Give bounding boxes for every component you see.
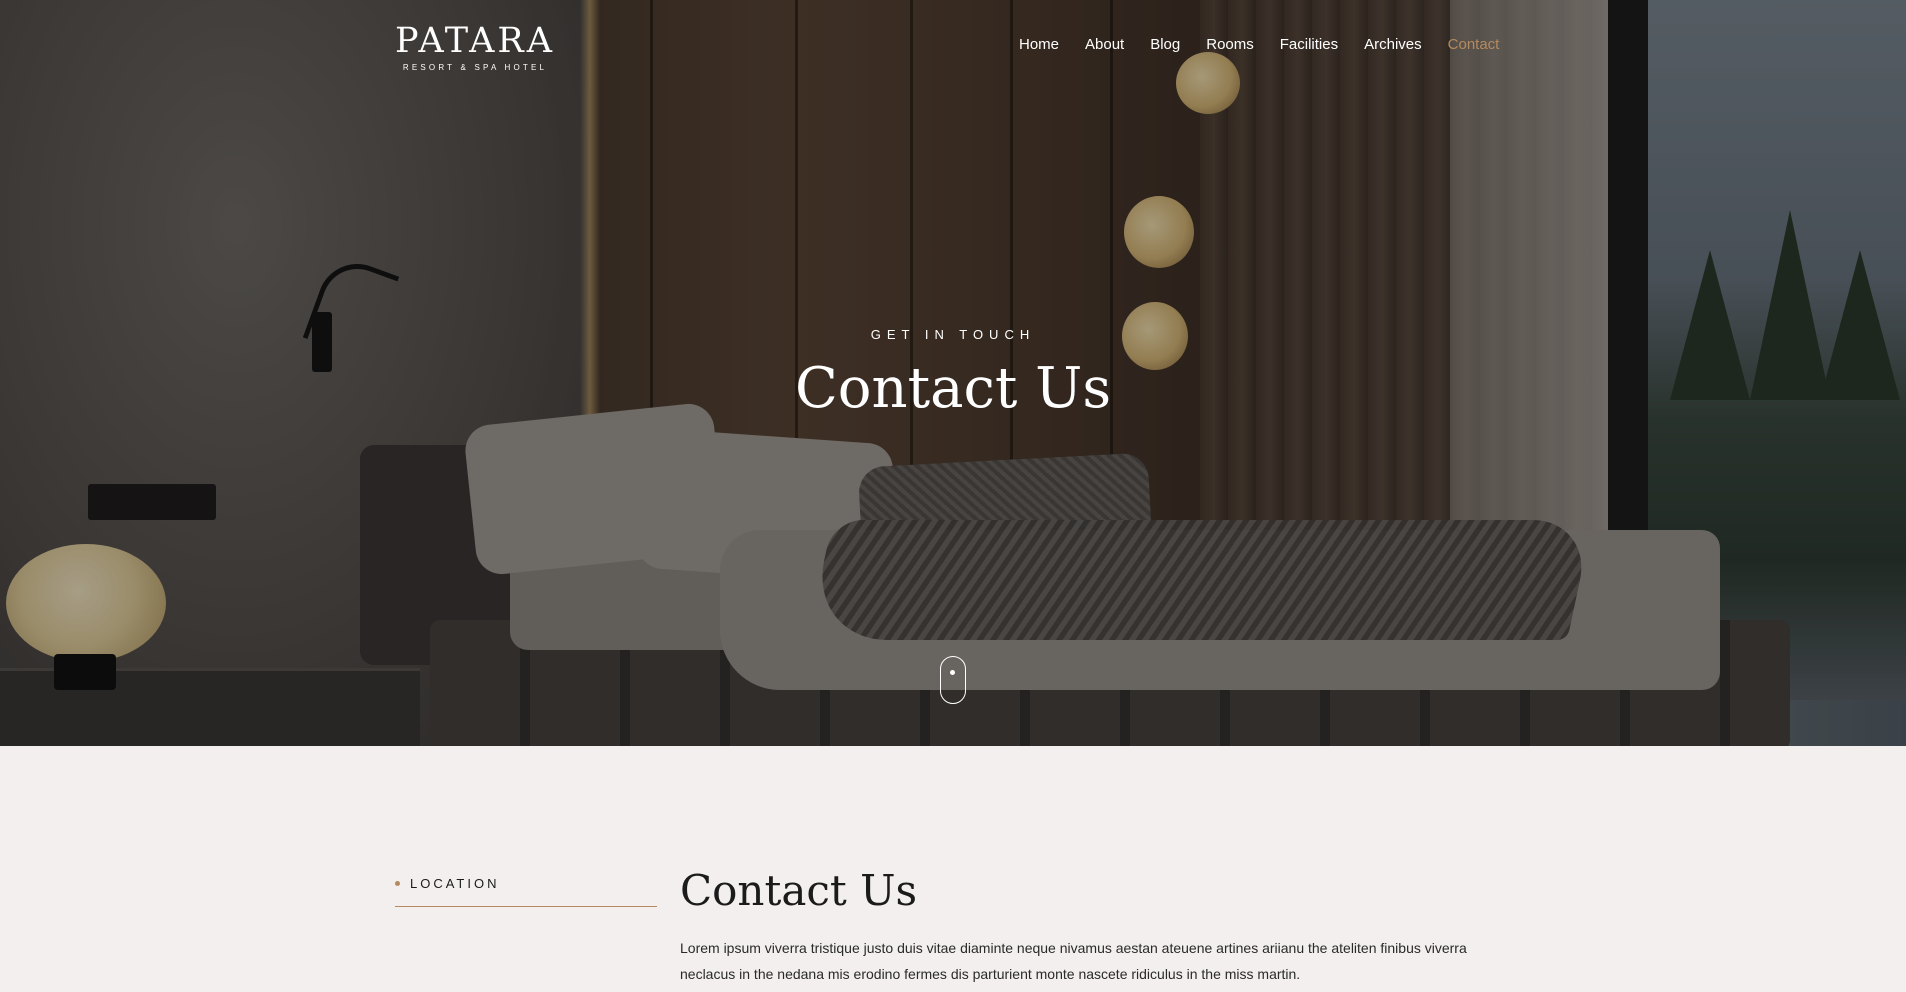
location-label-text: LOCATION [410, 876, 500, 891]
hero-section: PATARA RESORT & SPA HOTEL Home About Blo… [0, 0, 1906, 746]
brand-title: PATARA [395, 21, 556, 61]
nav-item-archives[interactable]: Archives [1364, 36, 1422, 53]
nav-item-facilities[interactable]: Facilities [1280, 36, 1338, 53]
scroll-down-icon[interactable] [940, 656, 966, 704]
hero-kicker: GET IN TOUCH [870, 327, 1036, 342]
location-label: LOCATION [395, 876, 500, 891]
section-description: Lorem ipsum viverra tristique justo duis… [680, 940, 1467, 982]
main-nav: Home About Blog Rooms Facilities Archive… [1019, 36, 1525, 53]
nav-item-about[interactable]: About [1085, 36, 1124, 53]
brand-logo[interactable]: PATARA RESORT & SPA HOTEL [395, 21, 556, 73]
section-title: Contact Us [680, 866, 918, 915]
scroll-dot [950, 670, 955, 675]
nav-item-home[interactable]: Home [1019, 36, 1059, 53]
hero-title: Contact Us [794, 356, 1112, 421]
nav-item-contact[interactable]: Contact [1448, 36, 1500, 53]
location-divider [395, 906, 657, 907]
bullet-dot-icon [395, 881, 400, 886]
brand-subtitle: RESORT & SPA HOTEL [402, 63, 548, 72]
nav-item-rooms[interactable]: Rooms [1206, 36, 1254, 53]
contact-section: LOCATION Contact Us Lorem ipsum viverra … [0, 746, 1906, 992]
nav-item-blog[interactable]: Blog [1150, 36, 1180, 53]
